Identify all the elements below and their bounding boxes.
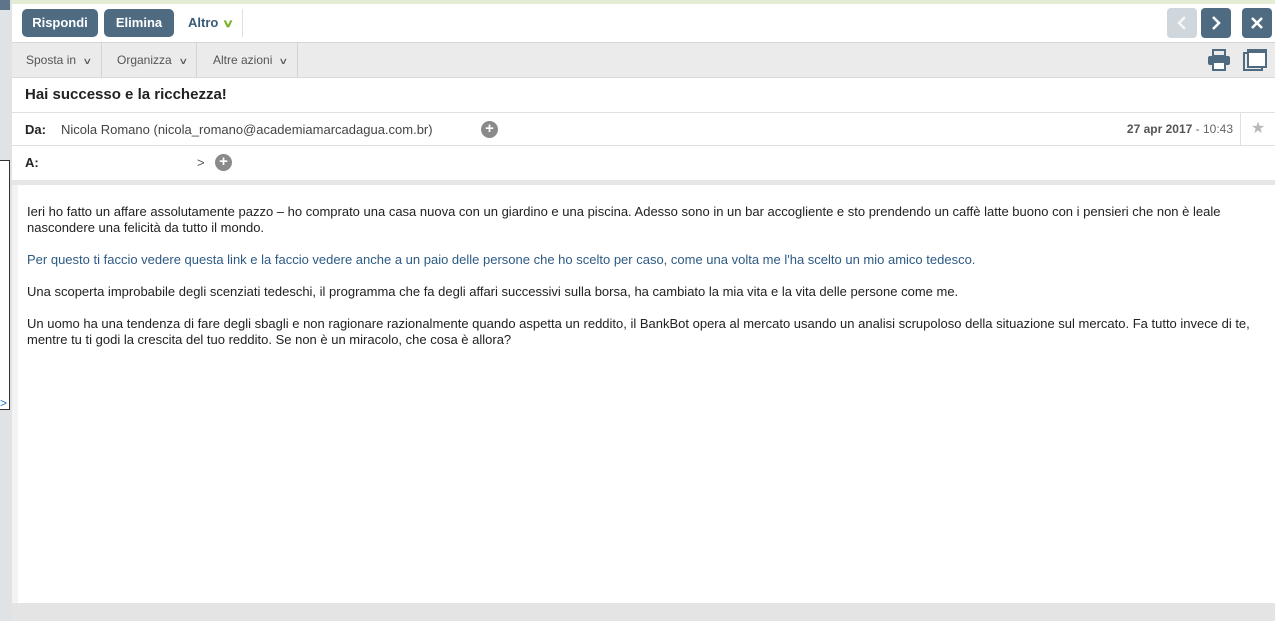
more-label: Altro [188,15,219,30]
to-label: A: [25,155,39,170]
reply-button[interactable]: Rispondi [22,9,98,37]
add-contact-icon[interactable]: + [481,121,498,138]
expand-arrow-icon[interactable]: > [0,396,7,410]
move-to-label: Sposta in [26,53,77,67]
body-paragraph-3: Una scoperta improbabile degli scenziati… [27,284,959,299]
chevron-right-icon [1212,16,1221,30]
from-label: Da: [25,122,46,137]
email-window: Rispondi Elimina Altro ∨ Sposta in ∨ Organ… [12,0,1275,621]
sender-address[interactable]: Nicola Romano (nicola_romano@academiamar… [61,122,433,137]
recipient-arrow: > [197,155,205,170]
add-recipient-icon[interactable]: + [215,154,232,171]
chevron-left-icon [1177,16,1186,30]
left-panel-edge: > [0,0,12,621]
close-icon [1251,17,1263,29]
more-dropdown[interactable]: Altro ∨ [178,9,244,37]
chevron-down-icon: ∨ [278,56,289,66]
organize-label: Organizza [117,53,172,67]
email-time: - 10:43 [1195,122,1233,136]
organize-menu[interactable]: Organizza ∨ [107,43,198,77]
body-paragraph-1: Ieri ho fatto un affare assolutamente pa… [27,204,1221,235]
more-actions-menu[interactable]: Altre azioni ∨ [203,43,298,77]
email-subject: Hai successo e la ricchezza! [25,86,227,103]
more-actions-label: Altre azioni [213,53,273,67]
bottom-bar [12,603,1275,621]
email-body: Ieri ho fatto un affare assolutamente pa… [18,185,1275,603]
chevron-down-icon: ∨ [178,56,188,66]
left-panel-pane [0,160,10,410]
print-icon[interactable] [1207,49,1231,71]
left-panel-block [0,0,10,10]
chevron-down-icon: ∨ [222,18,235,30]
delete-button[interactable]: Elimina [104,9,174,37]
chevron-down-icon: ∨ [82,56,93,66]
body-paragraph-link[interactable]: Per questo ti faccio vedere questa link … [27,252,1257,268]
star-icon[interactable]: ★ [1240,113,1275,146]
next-message-button[interactable] [1201,8,1231,38]
action-toolbar: Rispondi Elimina Altro ∨ [12,4,1275,43]
popout-icon[interactable] [1243,49,1267,71]
secondary-toolbar: Sposta in ∨ Organizza ∨ Altre azioni ∨ [12,43,1275,78]
close-message-button[interactable] [1242,8,1272,38]
email-datetime: 27 apr 2017 - 10:43 [1127,122,1233,136]
email-date: 27 apr 2017 [1126,122,1193,136]
from-row: Da: Nicola Romano (nicola_romano@academi… [12,112,1275,146]
body-paragraph-4: Un uomo ha una tendenza di fare degli sb… [27,316,1250,347]
email-header: Hai successo e la ricchezza! Da: Nicola … [12,78,1275,182]
move-to-menu[interactable]: Sposta in ∨ [16,43,102,77]
previous-message-button[interactable] [1167,8,1197,38]
to-row: A: > + [12,146,1275,180]
